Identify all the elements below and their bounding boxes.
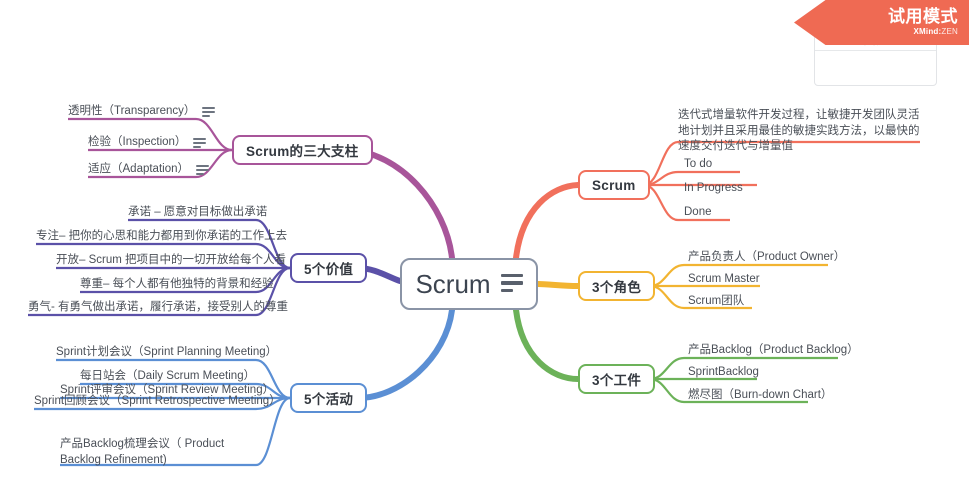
branch-label-activities: 5个活动 — [304, 392, 354, 407]
mindmap-canvas[interactable]: Scrum Scrum的三大支柱 5个价值 5个活动 Scrum 3个角色 3个… — [0, 0, 969, 500]
leaf-activities-3[interactable]: Sprint回顾会议（Sprint Retrospective Meeting） — [34, 394, 281, 410]
leaf-pillars-2[interactable]: 适应（Adaptation） — [88, 162, 209, 178]
brand-name: XMind: — [913, 27, 942, 37]
leaf-label: 检验（Inspection） — [88, 136, 187, 148]
leaf-label: Done — [684, 206, 712, 218]
notes-icon — [196, 165, 209, 177]
leaf-label: 勇气- 有勇气做出承诺，履行承诺，接受别人的尊重 — [28, 301, 289, 313]
leaf-label: To do — [684, 158, 713, 170]
notes-icon — [202, 107, 216, 119]
branch-label-scrum: Scrum — [592, 177, 636, 193]
leaf-label: 承诺 – 愿意对目标做出承诺 — [128, 206, 268, 218]
leaf-label: 产品Backlog（Product Backlog） — [688, 344, 859, 356]
leaf-values-0[interactable]: 承诺 – 愿意对目标做出承诺 — [128, 205, 267, 221]
branch-node-artifacts[interactable]: 3个工件 — [578, 364, 656, 394]
leaf-label: Scrum Master — [688, 273, 760, 285]
leaf-label: Sprint回顾会议（Sprint Retrospective Meeting） — [34, 395, 281, 407]
leaf-pillars-0[interactable]: 透明性（Transparency） — [68, 104, 216, 120]
leaf-roles-0[interactable]: 产品负责人（Product Owner） — [688, 250, 845, 266]
leaf-activities-0[interactable]: Sprint计划会议（Sprint Planning Meeting） — [56, 345, 277, 361]
leaf-values-2[interactable]: 开放– Scrum 把项目中的一切开放给每个人看 — [56, 253, 286, 269]
leaf-label: Sprint计划会议（Sprint Planning Meeting） — [56, 346, 278, 358]
branch-label-values: 5个价值 — [304, 262, 354, 277]
leaf-scrum-1[interactable]: To do — [684, 157, 712, 173]
leaf-scrum-2[interactable]: In Progress — [684, 181, 743, 197]
branch-label-roles: 3个角色 — [592, 280, 642, 295]
leaf-label: 尊重– 每个人都有他独特的背景和经验 — [80, 278, 274, 290]
brand-label: XMind:ZEN — [914, 27, 958, 37]
leaf-label: 产品Backlog梳理会议（ Product Backlog Refinemen… — [60, 438, 225, 466]
leaf-label: 燃尽图（Burn-down Chart） — [688, 389, 833, 401]
leaf-label: 开放– Scrum 把项目中的一切开放给每个人看 — [56, 254, 287, 266]
branch-node-activities[interactable]: 5个活动 — [290, 383, 368, 413]
root-node[interactable]: Scrum — [400, 258, 538, 310]
trial-mode-title: 试用模式 — [888, 7, 958, 27]
leaf-label: Scrum团队 — [688, 295, 745, 307]
leaf-roles-2[interactable]: Scrum团队 — [688, 294, 744, 310]
leaf-label: 适应（Adaptation） — [88, 163, 189, 175]
branch-node-pillars[interactable]: Scrum的三大支柱 — [232, 135, 373, 165]
leaf-label: SprintBacklog — [688, 366, 759, 378]
leaf-label: 产品负责人（Product Owner） — [688, 251, 846, 263]
branch-label-artifacts: 3个工件 — [592, 373, 642, 388]
notes-icon — [193, 138, 207, 150]
link-root-activities — [355, 307, 455, 401]
branch-node-scrum[interactable]: Scrum — [578, 170, 650, 200]
leaf-label: 透明性（Transparency） — [68, 105, 196, 117]
branch-node-roles[interactable]: 3个角色 — [578, 271, 656, 301]
leaf-artifacts-1[interactable]: SprintBacklog — [688, 365, 759, 381]
link-root-pillars — [345, 147, 455, 261]
leaf-pillars-1[interactable]: 检验（Inspection） — [88, 135, 207, 151]
legend-body — [815, 51, 936, 85]
link-root-artifacts — [513, 307, 581, 382]
leaf-artifacts-2[interactable]: 燃尽图（Burn-down Chart） — [688, 388, 832, 404]
leaf-values-3[interactable]: 尊重– 每个人都有他独特的背景和经验 — [80, 277, 274, 293]
leaf-artifacts-0[interactable]: 产品Backlog（Product Backlog） — [688, 343, 859, 359]
trial-mode-banner[interactable]: 试用模式 XMind:ZEN — [794, 0, 969, 45]
leaf-roles-1[interactable]: Scrum Master — [688, 272, 760, 288]
leaf-scrum-0[interactable]: 迭代式增量软件开发过程，让敏捷开发团队灵活地计划并且采用最佳的敏捷实践方法，以最… — [678, 108, 924, 155]
link-root-roles — [535, 281, 581, 289]
leaf-label: 迭代式增量软件开发过程，让敏捷开发团队灵活地计划并且采用最佳的敏捷实践方法，以最… — [678, 109, 920, 153]
notes-icon — [500, 274, 523, 296]
branch-node-values[interactable]: 5个价值 — [290, 253, 368, 283]
link-root-scrum — [513, 182, 581, 261]
branch-label-pillars: Scrum的三大支柱 — [246, 144, 359, 159]
leaf-scrum-3[interactable]: Done — [684, 205, 712, 221]
leaf-values-1[interactable]: 专注– 把你的心思和能力都用到你承诺的工作上去 — [36, 229, 287, 245]
leaf-label: In Progress — [684, 182, 743, 194]
leaf-values-4[interactable]: 勇气- 有勇气做出承诺，履行承诺，接受别人的尊重 — [28, 300, 288, 316]
brand-suffix: ZEN — [941, 27, 958, 37]
leaf-activities-4[interactable]: 产品Backlog梳理会议（ Product Backlog Refinemen… — [60, 437, 260, 468]
leaf-label: 专注– 把你的心思和能力都用到你承诺的工作上去 — [36, 230, 288, 242]
root-label: Scrum — [415, 268, 491, 299]
